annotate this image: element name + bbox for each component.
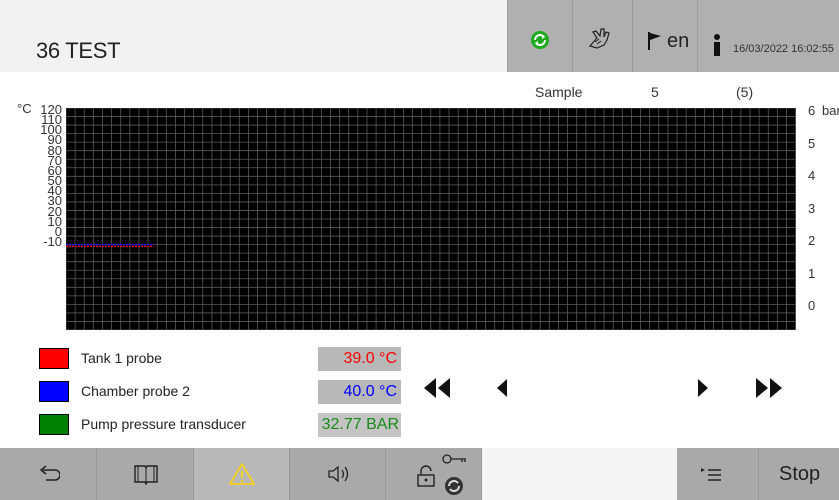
language-button[interactable]: en [632,0,697,72]
list-icon [701,468,721,481]
program-list-button[interactable] [677,448,759,500]
info-button[interactable]: 16/03/2022 16:02:55 [697,0,839,72]
toolbar-spacer [482,448,677,500]
sync-button[interactable] [507,0,572,72]
header-bar: 36 TEST en 16/03/2022 16:02:55 [0,0,839,72]
step-forward-button[interactable] [696,376,710,400]
right-axis-tick: 1 [808,265,816,281]
legend-label: Pump pressure transducer [81,416,246,432]
legend-swatch[interactable] [39,381,69,402]
sync-icon [445,477,463,495]
right-axis-tick: 3 [808,200,816,216]
language-label: en [667,30,690,52]
right-axis-tick: 6 [808,103,816,118]
padlock-icon [417,465,435,487]
right-axis-tick: 4 [808,168,816,183]
left-axis-tick: -10 [43,233,62,249]
left-axis-unit: °C [17,101,32,116]
lock-button[interactable] [386,448,482,500]
legend-value: 32.77 BAR [318,413,401,437]
info-person-icon [714,34,720,56]
rewind-fast-button[interactable] [420,376,454,400]
legend-value: 40.0 °C [318,380,401,404]
right-axis-unit: bar [822,103,839,118]
back-arrow-icon [39,465,60,481]
stop-label: Stop [779,463,821,485]
right-axis-tick: 0 [808,298,816,313]
sound-button[interactable] [290,448,386,500]
gesture-button[interactable] [572,0,632,72]
forward-fast-button[interactable] [752,376,786,400]
bottom-toolbar: Stop [0,448,839,500]
legend-swatch[interactable] [39,348,69,369]
warning-icon [229,463,255,485]
speaker-icon [328,465,349,483]
book-icon [134,465,158,485]
stop-button[interactable]: Stop [759,448,839,500]
sample-value: 5 [651,84,659,100]
sample-total: (5) [736,84,754,100]
legend-value: 39.0 °C [318,347,401,371]
page-title: 36 TEST [36,38,121,63]
sample-label: Sample [535,84,583,100]
manual-button[interactable] [97,448,194,500]
back-button[interactable] [0,448,97,500]
alarm-button[interactable] [194,448,290,500]
legend-label: Tank 1 probe [81,350,162,366]
hand-gesture-icon [588,28,610,49]
datetime-display: 16/03/2022 16:02:55 [733,43,834,55]
sync-icon [531,31,549,49]
key-icon [442,454,466,464]
right-axis-tick: 2 [808,233,816,248]
trend-chart [66,108,796,330]
legend-swatch[interactable] [39,414,69,435]
step-back-button[interactable] [495,376,509,400]
legend-label: Chamber probe 2 [81,383,190,399]
flag-icon [648,32,661,50]
right-axis-tick: 5 [808,135,816,151]
